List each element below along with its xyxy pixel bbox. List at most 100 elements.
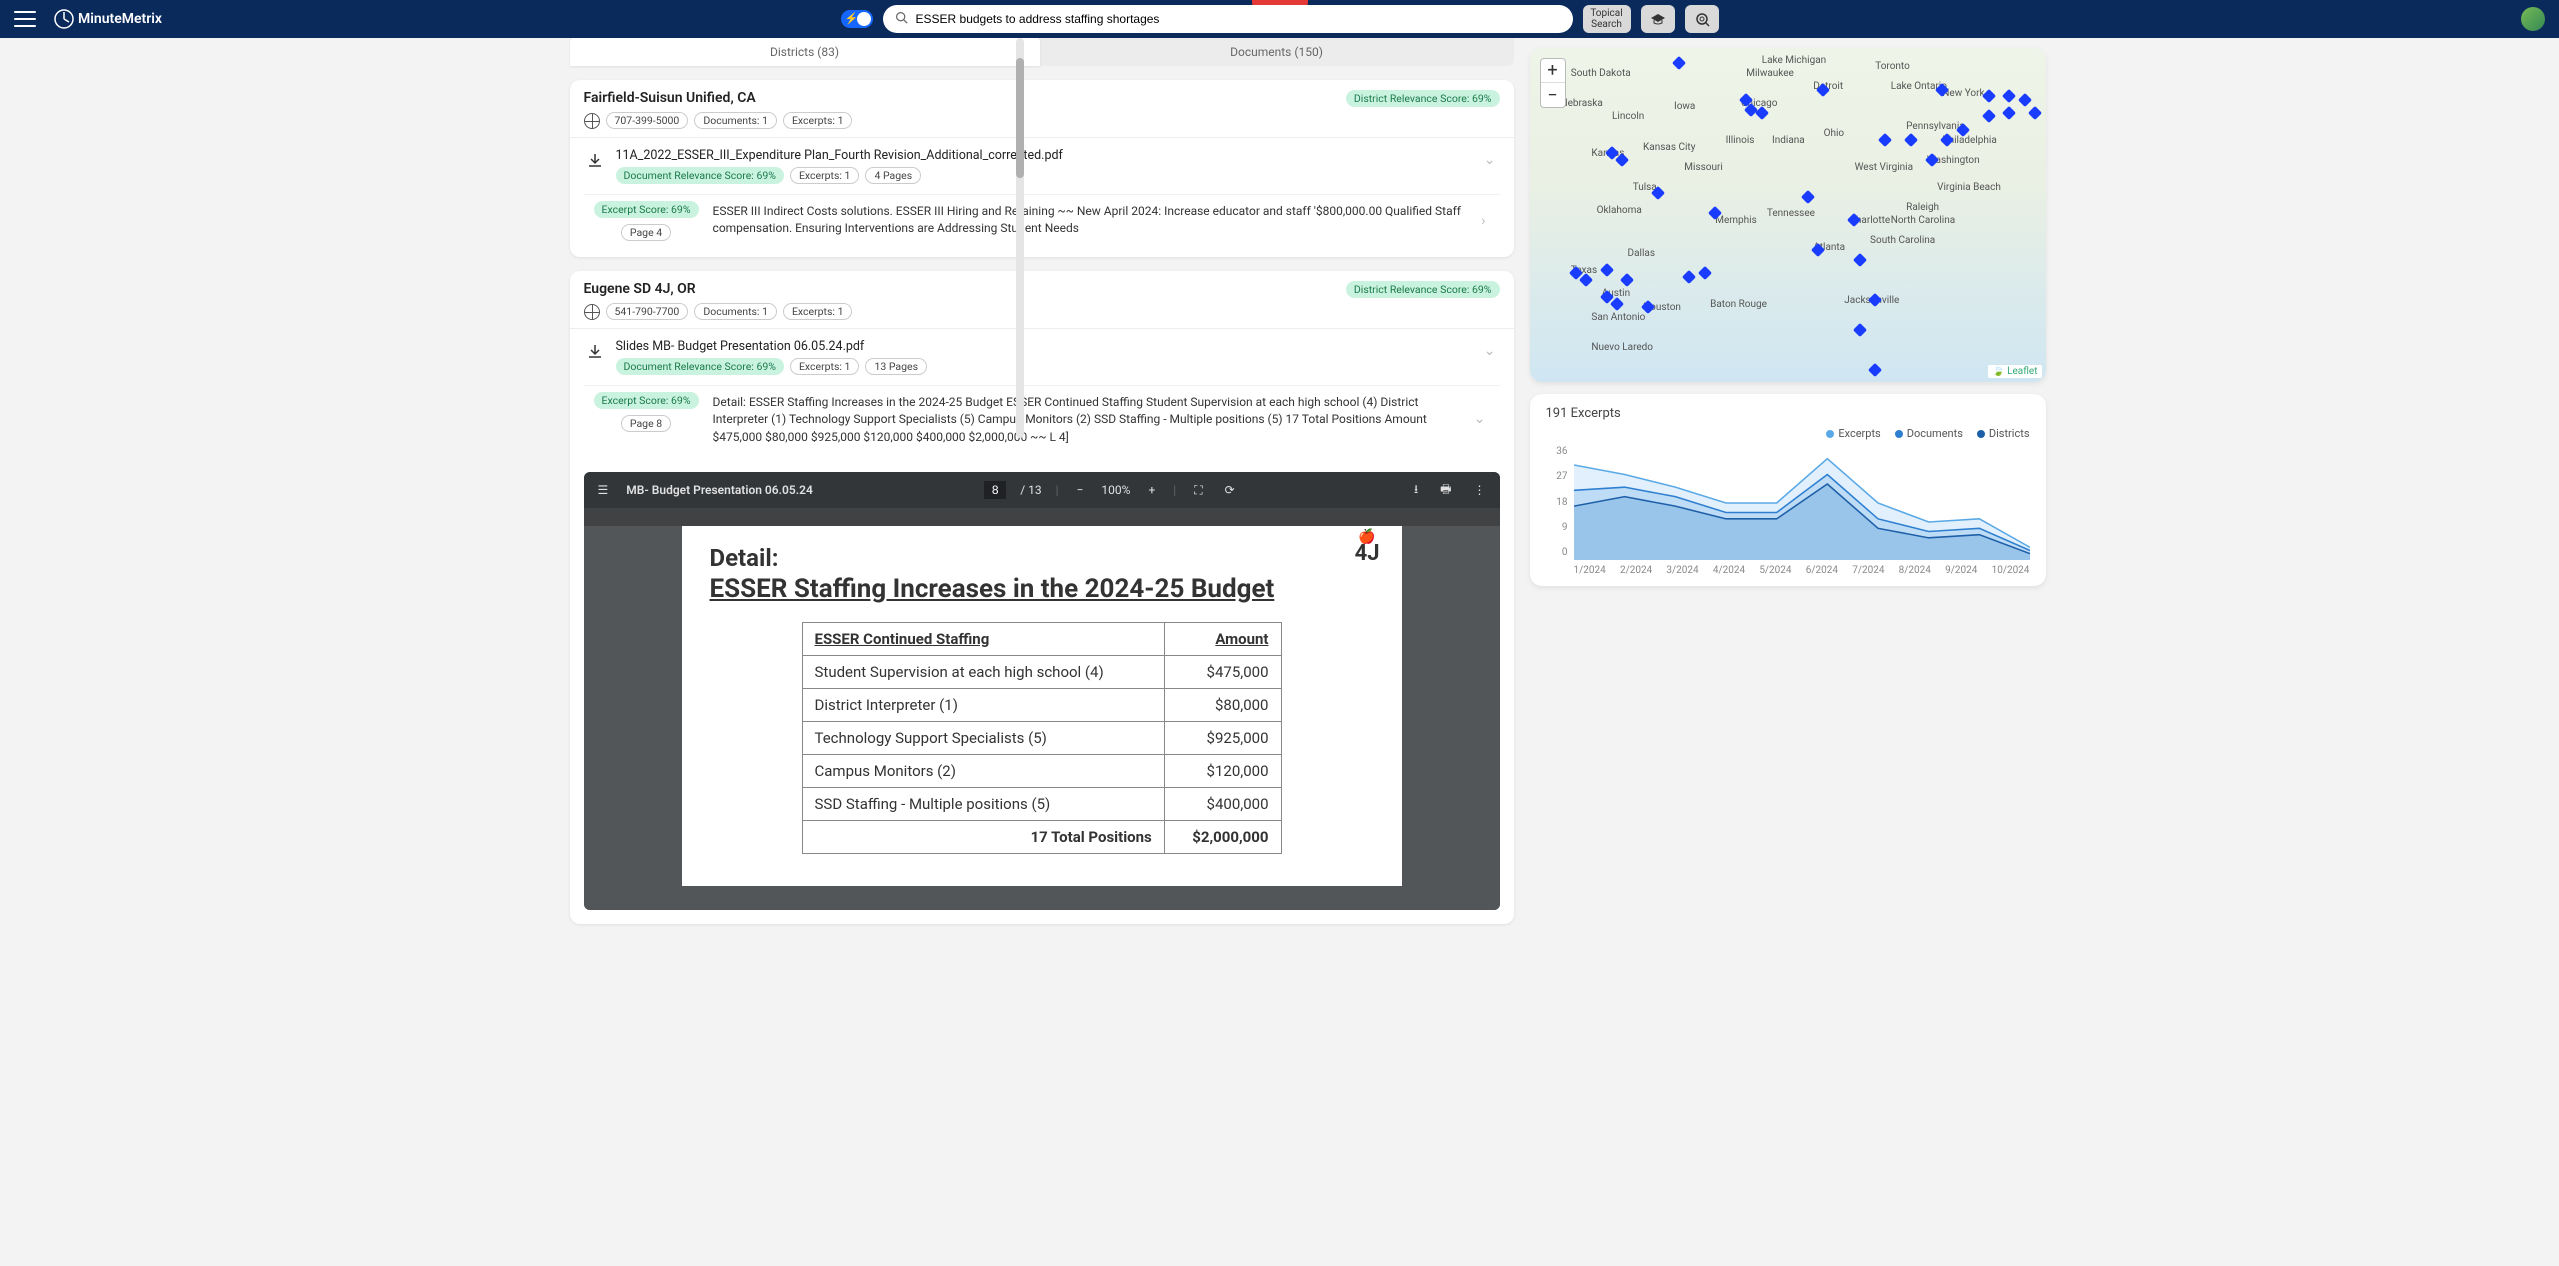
pdf-zoom-level: 100% xyxy=(1101,483,1130,497)
map-marker[interactable] xyxy=(2002,106,2016,120)
map-marker[interactable] xyxy=(1904,133,1918,147)
map-marker[interactable] xyxy=(2018,93,2032,107)
map-city-label: Ohio xyxy=(1824,128,1845,139)
document-pages-badge: 4 Pages xyxy=(865,167,921,184)
download-icon xyxy=(586,152,604,170)
chart-title: 191 Excerpts xyxy=(1546,406,2030,421)
district-excerpt-count: Excerpts: 1 xyxy=(783,303,853,320)
map-marker[interactable] xyxy=(1682,270,1696,284)
pdf-menu-button[interactable]: ☰ xyxy=(594,479,613,501)
tab-documents[interactable]: Documents (150) xyxy=(1040,38,1514,66)
district-doc-count: Documents: 1 xyxy=(694,303,777,320)
education-button[interactable] xyxy=(1641,5,1675,33)
map-marker[interactable] xyxy=(1698,266,1712,280)
pdf-more-button[interactable]: ⋮ xyxy=(1470,479,1490,501)
excerpt-score-badge: Excerpt Score: 69% xyxy=(594,201,699,218)
map-marker[interactable] xyxy=(2002,89,2016,103)
table-row: SSD Staffing - Multiple positions (5)$40… xyxy=(802,788,1281,821)
chevron-down-icon[interactable]: ⌄ xyxy=(1480,148,1500,172)
map-marker[interactable] xyxy=(1672,56,1686,70)
search-icon xyxy=(895,11,908,28)
legend-documents[interactable]: Documents xyxy=(1895,427,1963,440)
pdf-page-input[interactable] xyxy=(984,481,1006,499)
zoom-in-button[interactable]: + xyxy=(1144,479,1159,501)
district-title[interactable]: Eugene SD 4J, OR xyxy=(584,281,853,297)
globe-icon xyxy=(584,113,600,129)
zoom-out-button[interactable]: − xyxy=(1541,83,1565,107)
map-city-label: Kansas City xyxy=(1643,142,1695,153)
pdf-toolbar: ☰ MB- Budget Presentation 06.05.24 / 13 … xyxy=(584,472,1500,508)
pdf-print-button[interactable]: 🖶 xyxy=(1436,476,1455,505)
brand-logo[interactable]: MinuteMetrix xyxy=(54,9,162,29)
map-city-label: Lake Michigan xyxy=(1762,55,1827,66)
map-city-label: Indiana xyxy=(1772,135,1805,146)
map-marker[interactable] xyxy=(1801,190,1815,204)
legend-districts[interactable]: Districts xyxy=(1977,427,2030,440)
map-marker[interactable] xyxy=(1600,263,1614,277)
search-input[interactable] xyxy=(916,12,1561,26)
district-card: Eugene SD 4J, OR 541-790-7700 Documents:… xyxy=(570,271,1514,924)
user-avatar[interactable] xyxy=(2521,7,2545,31)
graduation-cap-icon xyxy=(1650,13,1666,25)
table-row: Campus Monitors (2)$120,000 xyxy=(802,755,1281,788)
district-4j-logo: 🍎 4J xyxy=(1355,534,1380,566)
x-axis: 1/20242/20243/20244/20245/20246/20247/20… xyxy=(1574,565,2030,576)
table-row: District Interpreter (1)$80,000 xyxy=(802,689,1281,722)
district-excerpt-count: Excerpts: 1 xyxy=(783,112,853,129)
document-score-badge: Document Relevance Score: 69% xyxy=(616,167,784,184)
scrollbar-thumb[interactable] xyxy=(1016,58,1024,178)
chevron-down-icon[interactable]: ⌄ xyxy=(1480,339,1500,363)
map-city-label: North Carolina xyxy=(1891,215,1956,226)
tab-districts[interactable]: Districts (83) xyxy=(570,38,1040,66)
search-bar[interactable] xyxy=(883,5,1573,33)
document-filename[interactable]: Slides MB- Budget Presentation 06.05.24.… xyxy=(616,339,1470,354)
fit-page-button[interactable]: ⛶ xyxy=(1190,479,1206,502)
chart-legend: Excerpts Documents Districts xyxy=(1546,427,2030,440)
map-city-label: Missouri xyxy=(1684,162,1723,173)
district-title[interactable]: Fairfield-Suisun Unified, CA xyxy=(584,90,853,106)
map-marker[interactable] xyxy=(1620,273,1634,287)
excerpt-text: ESSER III Indirect Costs solutions. ESSE… xyxy=(713,201,1464,238)
chart-plot xyxy=(1574,446,2030,560)
table-row: Technology Support Specialists (5)$925,0… xyxy=(802,722,1281,755)
chevron-down-icon[interactable]: ⌄ xyxy=(1470,407,1490,431)
gear-search-icon xyxy=(1694,11,1710,27)
excerpt-score-badge: Excerpt Score: 69% xyxy=(594,392,699,409)
results-scrollbar[interactable] xyxy=(1016,38,1024,438)
map-city-label: South Carolina xyxy=(1870,235,1935,246)
document-filename[interactable]: 11A_2022_ESSER_III_Expenditure Plan_Four… xyxy=(616,148,1470,163)
zoom-in-button[interactable]: + xyxy=(1541,59,1565,83)
map-city-label: Virginia Beach xyxy=(1937,182,2001,193)
excerpt-text: Detail: ESSER Staffing Increases in the … xyxy=(713,392,1456,446)
chevron-right-icon[interactable]: › xyxy=(1477,209,1489,233)
brand-text: MinuteMetrix xyxy=(78,11,162,27)
map-marker[interactable] xyxy=(1878,133,1892,147)
pdf-page-total: / 13 xyxy=(1020,483,1041,497)
settings-refresh-button[interactable] xyxy=(1685,5,1719,33)
download-button[interactable] xyxy=(584,150,606,172)
document-score-badge: Document Relevance Score: 69% xyxy=(616,358,784,375)
leaflet-attribution[interactable]: 🍃 Leaflet xyxy=(1988,365,2041,378)
document-pages-badge: 13 Pages xyxy=(865,358,927,375)
map-marker[interactable] xyxy=(2028,106,2042,120)
table-header-item: ESSER Continued Staffing xyxy=(802,623,1164,656)
search-mode-toggle[interactable]: ⚡ xyxy=(841,10,873,28)
map-marker[interactable] xyxy=(1868,363,1882,377)
slide-subtitle: ESSER Staffing Increases in the 2024-25 … xyxy=(710,574,1374,604)
map-zoom-control: + − xyxy=(1540,58,1566,108)
map-marker[interactable] xyxy=(1853,323,1867,337)
map-city-label: Tennessee xyxy=(1767,208,1815,219)
apple-icon: 🍎 xyxy=(1355,534,1380,541)
map-marker[interactable] xyxy=(1982,109,1996,123)
legend-excerpts[interactable]: Excerpts xyxy=(1826,427,1880,440)
pdf-download-button[interactable]: ⭳ xyxy=(1410,476,1422,505)
zoom-out-button[interactable]: − xyxy=(1073,479,1088,501)
map-marker[interactable] xyxy=(1853,253,1867,267)
download-button[interactable] xyxy=(584,341,606,363)
excerpt-page-badge: Page 4 xyxy=(621,224,671,241)
topical-search-button[interactable]: Topical Search xyxy=(1583,5,1631,33)
map-panel[interactable]: + − South DakotaNebraskaLincolnIowaKansa… xyxy=(1530,48,2046,382)
menu-button[interactable] xyxy=(14,11,36,27)
map-city-label: Iowa xyxy=(1674,101,1695,112)
rotate-button[interactable]: ⟳ xyxy=(1221,479,1239,501)
